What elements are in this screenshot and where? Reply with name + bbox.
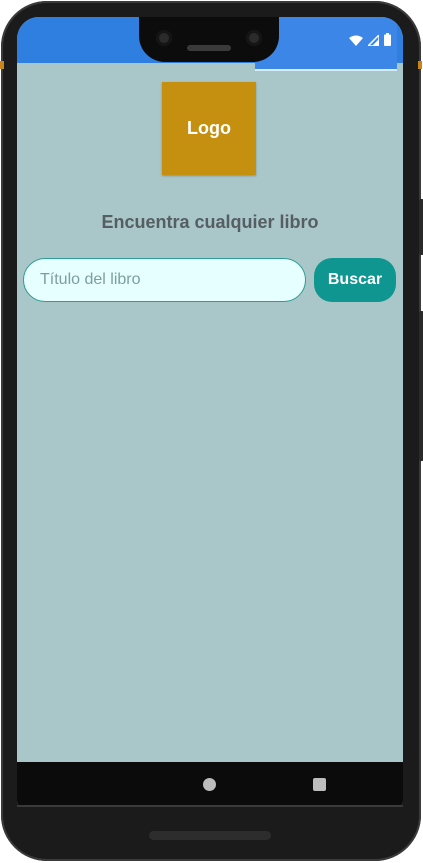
- battery-icon: [384, 33, 391, 51]
- logo-label: Logo: [187, 118, 231, 138]
- home-icon[interactable]: [203, 778, 216, 791]
- volume-button: [419, 199, 423, 255]
- camera-notch: [139, 17, 279, 62]
- front-camera-icon: [156, 30, 172, 46]
- phone-screen: Logo Encuentra cualquier libro Buscar: [17, 17, 403, 807]
- cell-signal-icon: [366, 33, 380, 51]
- status-icons: [349, 33, 391, 51]
- navigation-bar: [17, 762, 403, 807]
- bottom-speaker-grille: [149, 831, 271, 840]
- frame-accent-right: [418, 61, 422, 69]
- wifi-icon: [349, 33, 363, 51]
- power-button: [419, 311, 423, 461]
- book-title-input[interactable]: [23, 258, 306, 302]
- recents-icon[interactable]: [313, 778, 326, 791]
- earpiece-speaker: [187, 45, 231, 51]
- page-title: Encuentra cualquier libro: [101, 212, 319, 232]
- search-button[interactable]: Buscar: [314, 258, 396, 302]
- bezel-divider: [17, 805, 403, 807]
- front-sensor-icon: [246, 30, 262, 46]
- frame-accent-left: [0, 61, 4, 69]
- logo: Logo: [162, 82, 256, 175]
